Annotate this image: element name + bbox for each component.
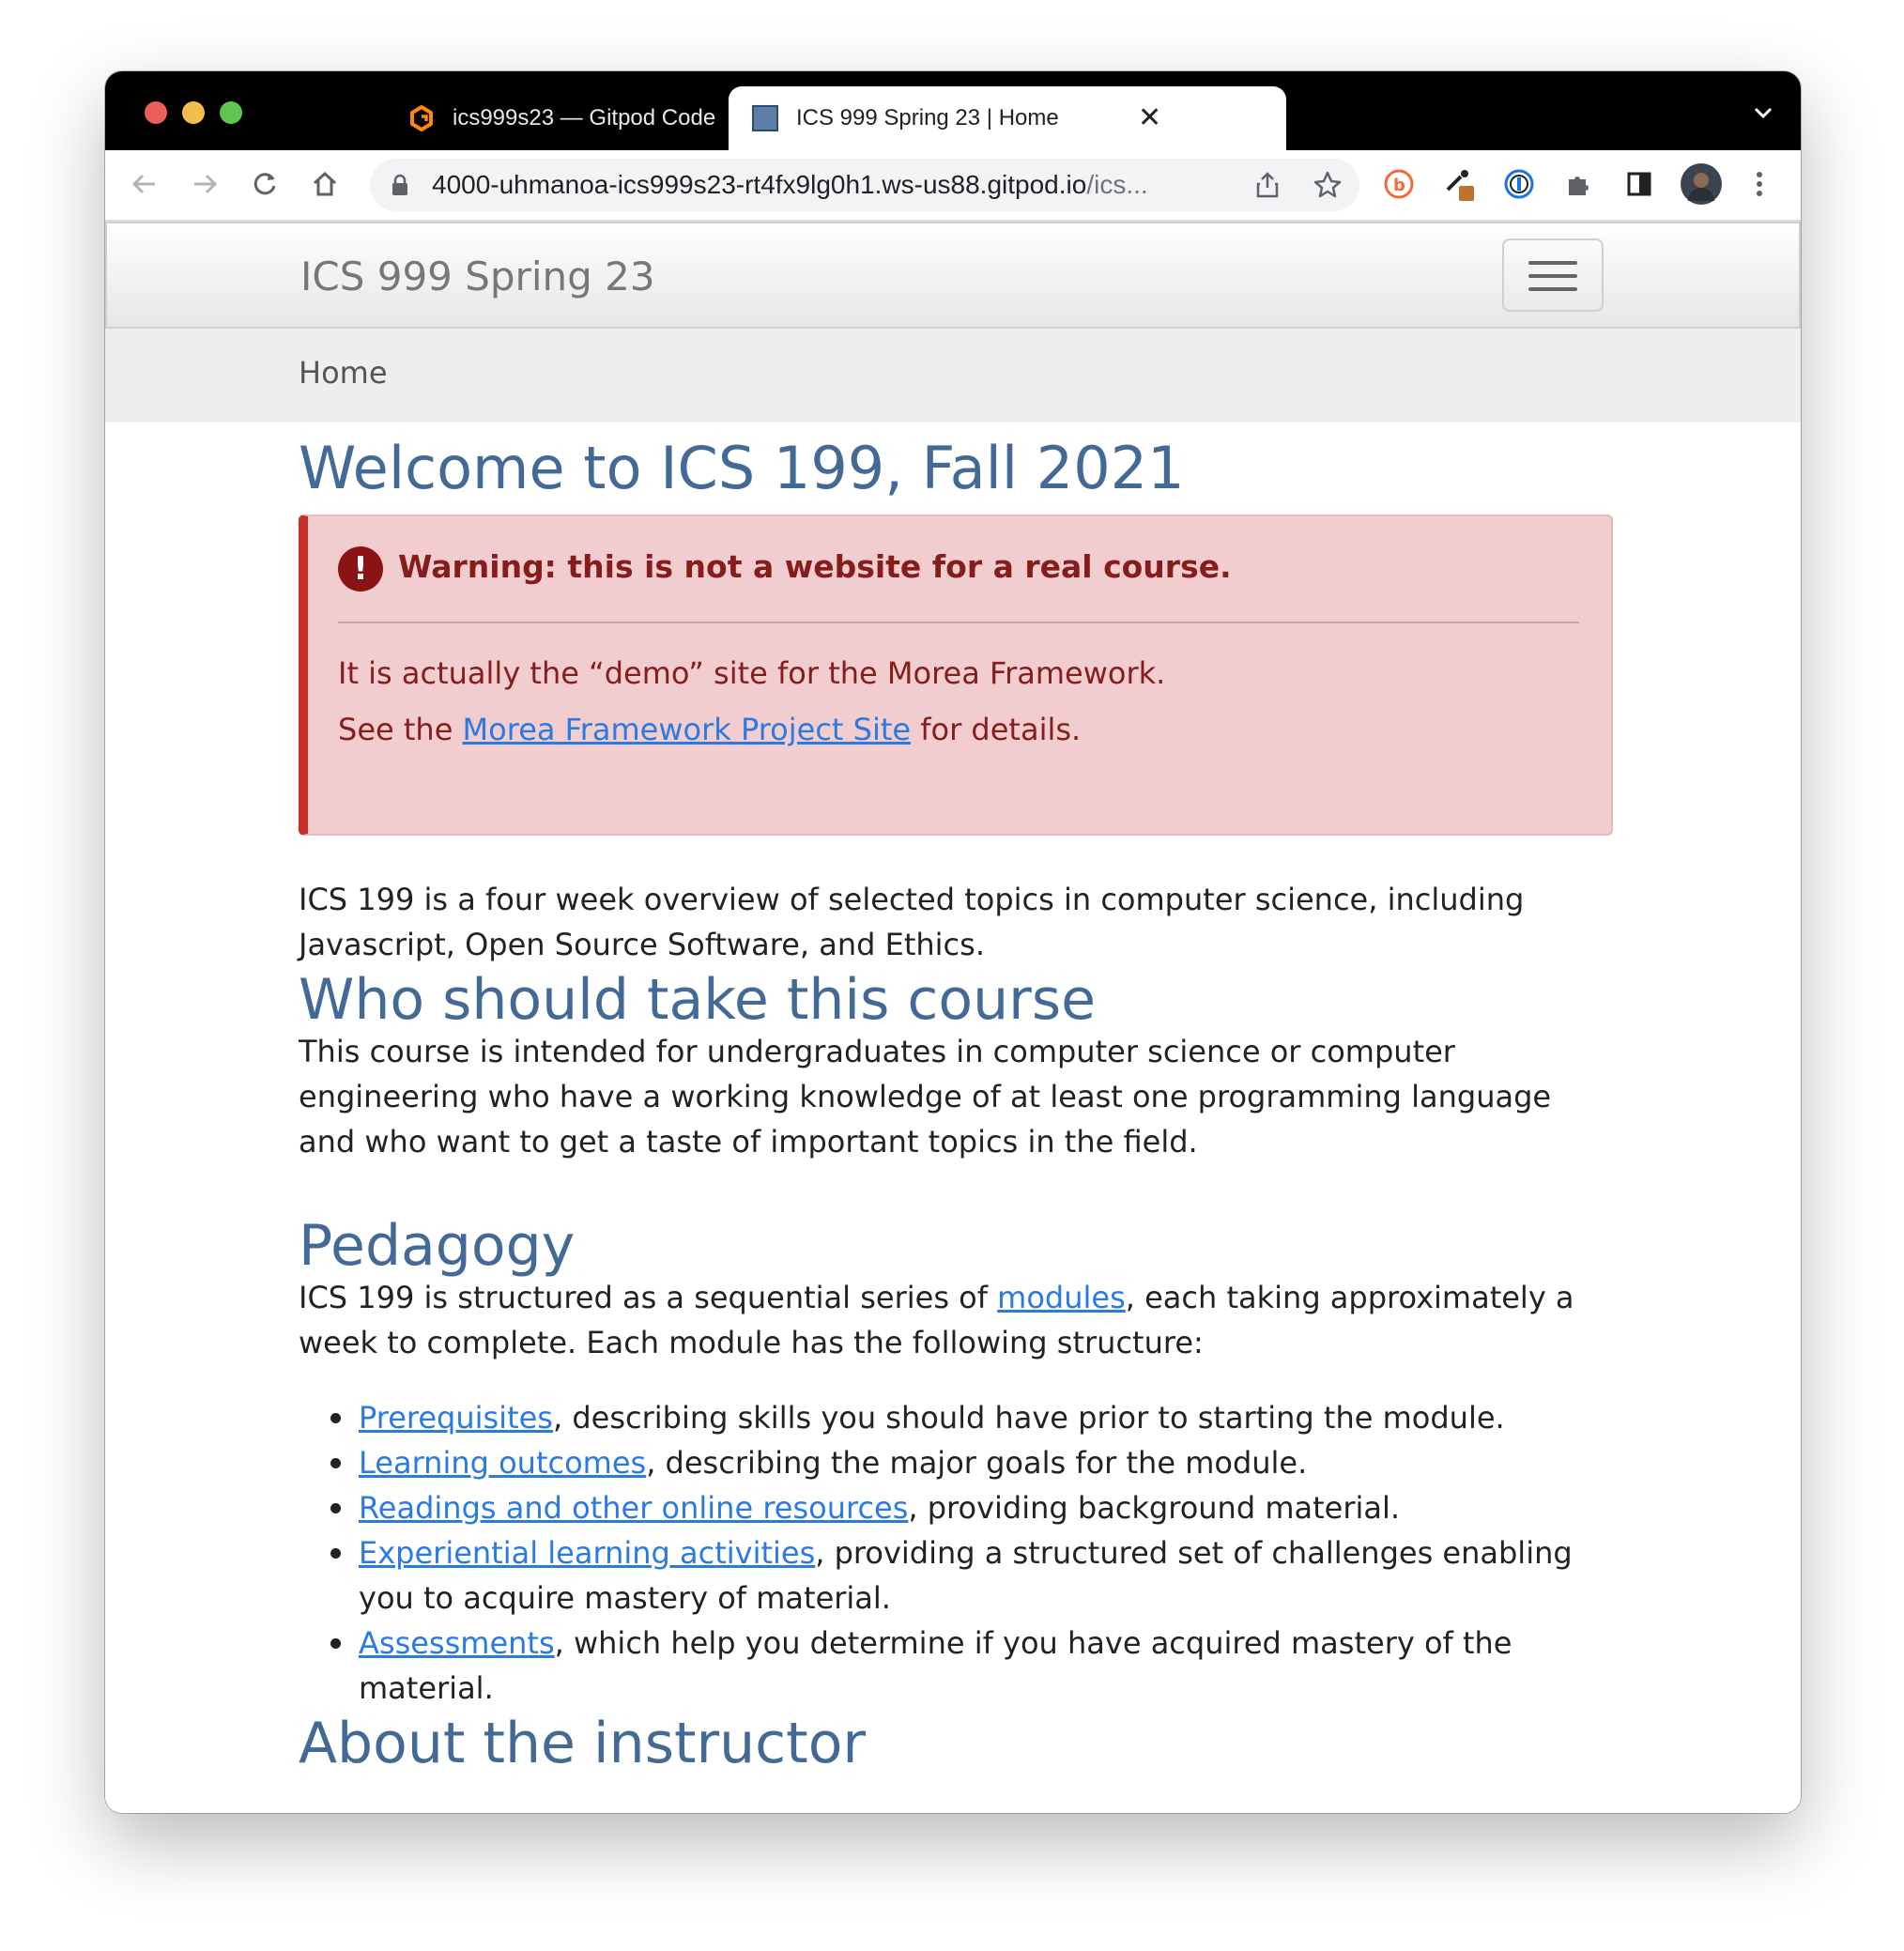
section-heading-who: Who should take this course [299,967,1096,1033]
browser-window: ics999s23 — Gitpod Code ✕ ICS 999 Spring… [105,71,1801,1813]
back-icon[interactable] [128,167,161,201]
exclamation-icon: ! [338,546,383,591]
site-navbar: ICS 999 Spring 23 [105,222,1801,329]
who-paragraph: This course is intended for undergraduat… [299,1034,1552,1160]
url-text[interactable]: 4000-uhmanoa-ics999s23-rt4fx9lg0h1.ws-us… [432,170,1239,200]
browser-toolbar: 4000-uhmanoa-ics999s23-rt4fx9lg0h1.ws-us… [105,150,1801,222]
navbar-toggle-button[interactable] [1502,238,1604,312]
modules-link[interactable]: modules [997,1280,1126,1315]
extension-b-icon[interactable]: b [1382,167,1416,201]
profile-avatar[interactable] [1681,163,1722,205]
list-item: Readings and other online resources, pro… [299,1485,1613,1530]
page-favicon-icon [752,105,778,131]
intro-paragraph: ICS 199 is a four week overview of selec… [299,882,1525,962]
readings-link[interactable]: Readings and other online resources [359,1490,908,1526]
tab-title: ics999s23 — Gitpod Code [453,105,716,131]
forward-icon[interactable] [188,167,222,201]
lock-icon[interactable] [391,174,409,196]
bookmark-star-icon[interactable] [1313,170,1343,200]
prerequisites-link[interactable]: Prerequisites [359,1400,553,1436]
breadcrumb-home: Home [299,355,388,391]
pedagogy-paragraph: ICS 199 is structured as a sequential se… [299,1280,1574,1360]
breadcrumb: Home [105,329,1801,422]
extensions-puzzle-icon[interactable] [1562,167,1596,201]
page-viewport: ICS 999 Spring 23 Home Welcome to ICS 19… [105,222,1801,1813]
experiential-learning-link[interactable]: Experiential learning activities [359,1535,815,1571]
address-bar[interactable]: 4000-uhmanoa-ics999s23-rt4fx9lg0h1.ws-us… [370,159,1359,211]
reload-icon[interactable] [248,167,282,201]
minimize-window-button[interactable] [182,101,205,124]
alert-text: It is actually the “demo” site for the M… [338,655,1166,691]
list-item: Prerequisites, describing skills you sho… [299,1395,1613,1440]
learning-outcomes-link[interactable]: Learning outcomes [359,1445,646,1481]
eyedropper-extension-icon[interactable] [1442,167,1476,201]
tab-bar: ics999s23 — Gitpod Code ✕ ICS 999 Spring… [105,71,1801,150]
zoom-window-button[interactable] [220,101,242,124]
share-icon[interactable] [1254,171,1281,199]
morea-project-site-link[interactable]: Morea Framework Project Site [463,712,912,747]
page-title: Welcome to ICS 199, Fall 2021 [299,434,1185,502]
gitpod-icon [410,105,433,131]
browser-menu-icon[interactable] [1743,167,1776,201]
side-panel-icon[interactable] [1622,167,1656,201]
assessments-link[interactable]: Assessments [359,1625,555,1661]
module-structure-list: Prerequisites, describing skills you sho… [299,1395,1613,1711]
tab-search-chevron-icon[interactable] [1752,103,1774,122]
site-brand[interactable]: ICS 999 Spring 23 [300,253,655,300]
list-item: Learning outcomes, describing the major … [299,1440,1613,1485]
close-tab-icon[interactable]: ✕ [1138,104,1161,132]
new-tab-button[interactable]: + [1202,92,1226,133]
home-icon[interactable] [308,167,342,201]
alert-divider [338,622,1579,623]
tab-title: ICS 999 Spring 23 | Home [796,105,1059,131]
list-item: Experiential learning activities, provid… [299,1530,1613,1621]
alert-title: Warning: this is not a website for a rea… [398,548,1232,585]
password-manager-icon[interactable] [1502,167,1536,201]
svg-text:b: b [1393,176,1405,195]
close-window-button[interactable] [145,101,167,124]
list-item: Assessments, which help you determine if… [299,1621,1613,1711]
alert-text: See the Morea Framework Project Site for… [338,712,1082,747]
section-heading-instructor: About the instructor [299,1711,867,1776]
warning-alert: ! Warning: this is not a website for a r… [299,515,1613,836]
section-heading-pedagogy: Pedagogy [299,1213,576,1279]
